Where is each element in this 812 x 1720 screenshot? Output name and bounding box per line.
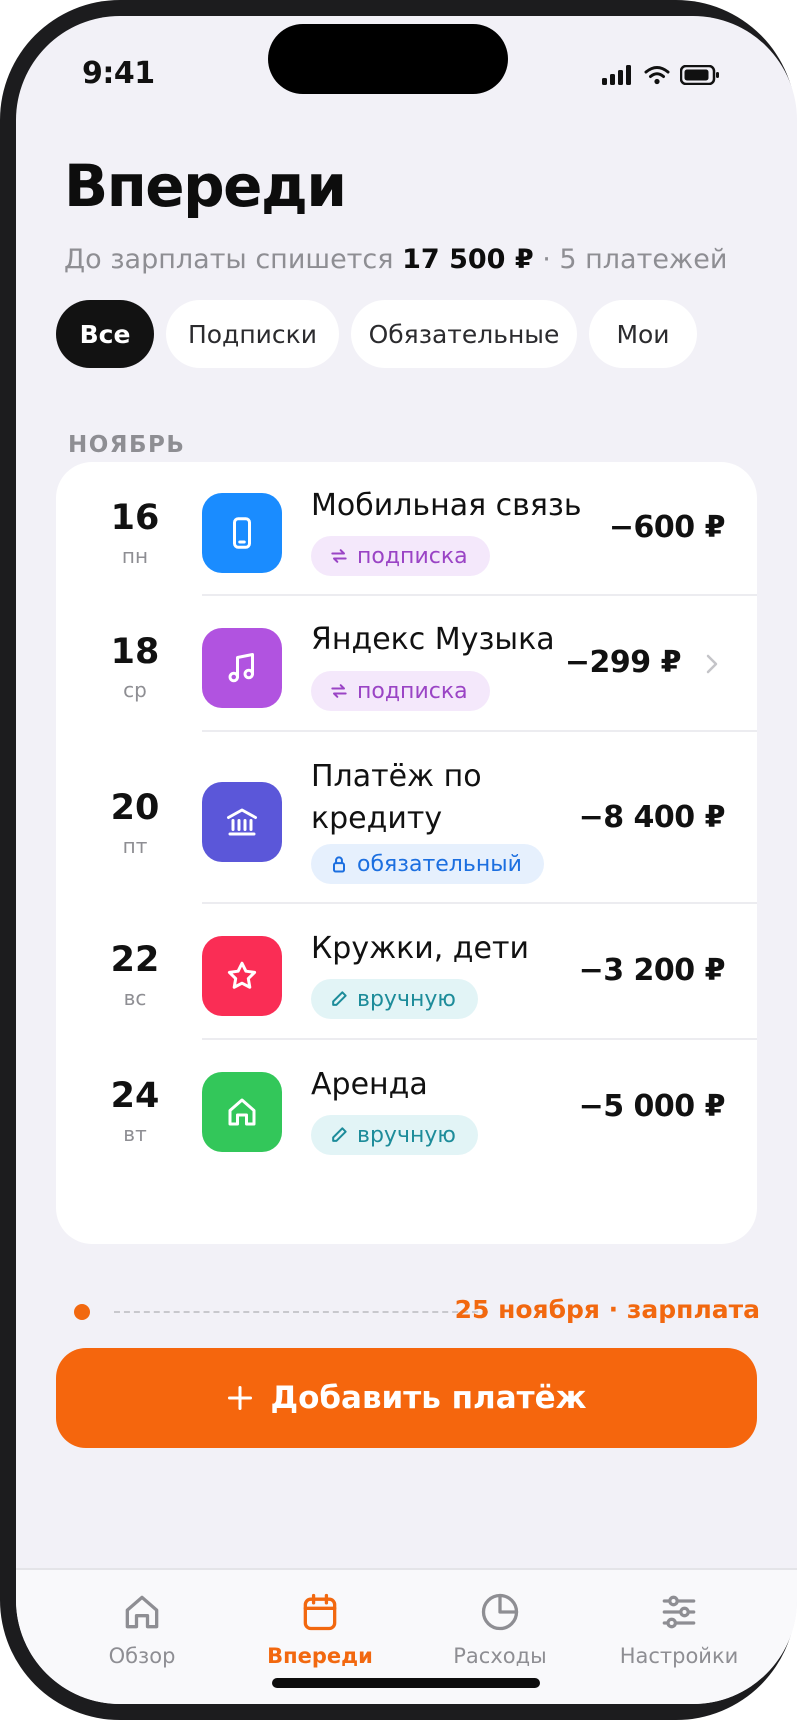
payment-icon [202, 936, 282, 1016]
home-outline-icon [125, 1595, 159, 1629]
filter-chip-mandatory[interactable]: Обязательные [351, 300, 577, 368]
chevron-right-icon[interactable] [705, 652, 719, 676]
wifi-icon [644, 66, 670, 85]
bank-icon [227, 808, 257, 836]
month-header: НОЯБРЬ [68, 432, 186, 458]
home-icon [228, 1098, 256, 1126]
repeat-icon [331, 549, 347, 563]
payment-icon [202, 493, 282, 573]
payment-icon [202, 782, 282, 862]
payment-tag: вручную [311, 979, 478, 1019]
page-title: Впереди [64, 152, 347, 220]
payment-icon [202, 1072, 282, 1152]
payment-amount: −3 200 ₽ [578, 953, 726, 988]
payment-name: Аренда [311, 1067, 428, 1102]
payment-tag: подписка [311, 671, 490, 711]
phone-icon [233, 517, 251, 549]
payment-tag: подписка [311, 536, 490, 576]
plus-icon [228, 1385, 253, 1411]
payment-date: 20 пт [110, 788, 160, 858]
tab-upcoming[interactable]: Впереди [230, 1590, 410, 1668]
payment-name: Кружки, дети [311, 931, 529, 966]
filter-chip-subscriptions[interactable]: Подписки [166, 300, 339, 368]
payment-date: 24 вт [110, 1076, 160, 1146]
payment-row[interactable]: 18 ср Яндекс Музыка подписка −299 ₽ [56, 596, 757, 732]
payment-amount: −600 ₽ [608, 510, 726, 545]
page-subtitle: До зарплаты спишется 17 500 ₽ · 5 платеж… [64, 244, 728, 275]
payment-date: 22 вс [110, 940, 160, 1010]
status-icons [602, 60, 720, 90]
payment-row[interactable]: 24 вт Аренда вручную −5 000 ₽ [56, 1040, 757, 1176]
battery-icon [680, 65, 719, 85]
tab-expenses[interactable]: Расходы [410, 1590, 590, 1668]
payment-row[interactable]: 20 пт Платёж по кредиту обязательный −8 4… [56, 732, 757, 904]
payment-row[interactable]: 16 пн Мобильная связь подписка −600 ₽ [56, 462, 757, 596]
salary-marker: 25 ноября · зарплата [74, 1292, 764, 1332]
payment-name: Платёж по кредиту [311, 759, 482, 836]
phone-frame: 9:41 Впереди До зарплаты спишется 17 500… [0, 0, 812, 1720]
home-indicator[interactable] [272, 1678, 540, 1688]
add-payment-button[interactable]: Добавить платёж [56, 1348, 757, 1448]
sliders-icon [662, 1595, 696, 1629]
payment-name: Мобильная связь [311, 488, 582, 523]
cellular-signal-icon [602, 65, 631, 85]
salary-dot [74, 1304, 90, 1320]
timeline-dash [114, 1311, 488, 1313]
lock-icon [333, 856, 345, 873]
calendar-icon [303, 1593, 337, 1631]
tab-overview[interactable]: Обзор [52, 1590, 232, 1668]
payment-date: 18 ср [110, 632, 160, 702]
payment-row[interactable]: 22 вс Кружки, дети вручную −3 200 ₽ [56, 904, 757, 1040]
payment-amount: −299 ₽ [564, 645, 682, 680]
payments-list: 16 пн Мобильная связь подписка −600 ₽ 18… [56, 462, 757, 1244]
repeat-icon [331, 684, 347, 698]
payment-amount: −5 000 ₽ [578, 1089, 726, 1124]
filter-chip-mine[interactable]: Мои [589, 300, 697, 368]
payment-date: 16 пн [110, 498, 160, 568]
pencil-icon [332, 991, 347, 1006]
payment-name: Яндекс Музыка [311, 622, 555, 657]
dynamic-island [268, 24, 508, 94]
payment-amount: −8 400 ₽ [578, 800, 726, 835]
salary-label: 25 ноября · зарплата [454, 1295, 760, 1324]
payment-tag: обязательный [311, 844, 544, 884]
payment-tag: вручную [311, 1115, 478, 1155]
total-amount: 17 500 ₽ [402, 244, 534, 275]
pie-chart-icon [481, 1593, 519, 1631]
screen: 9:41 Впереди До зарплаты спишется 17 500… [16, 16, 797, 1704]
status-time: 9:41 [82, 56, 155, 91]
pencil-icon [332, 1127, 347, 1142]
filter-chips: Все Подписки Обязательные Мои [56, 300, 697, 368]
payment-icon [202, 628, 282, 708]
star-icon [227, 961, 257, 989]
music-note-icon [228, 653, 254, 683]
tab-settings[interactable]: Настройки [589, 1590, 769, 1668]
filter-chip-all[interactable]: Все [56, 300, 154, 368]
